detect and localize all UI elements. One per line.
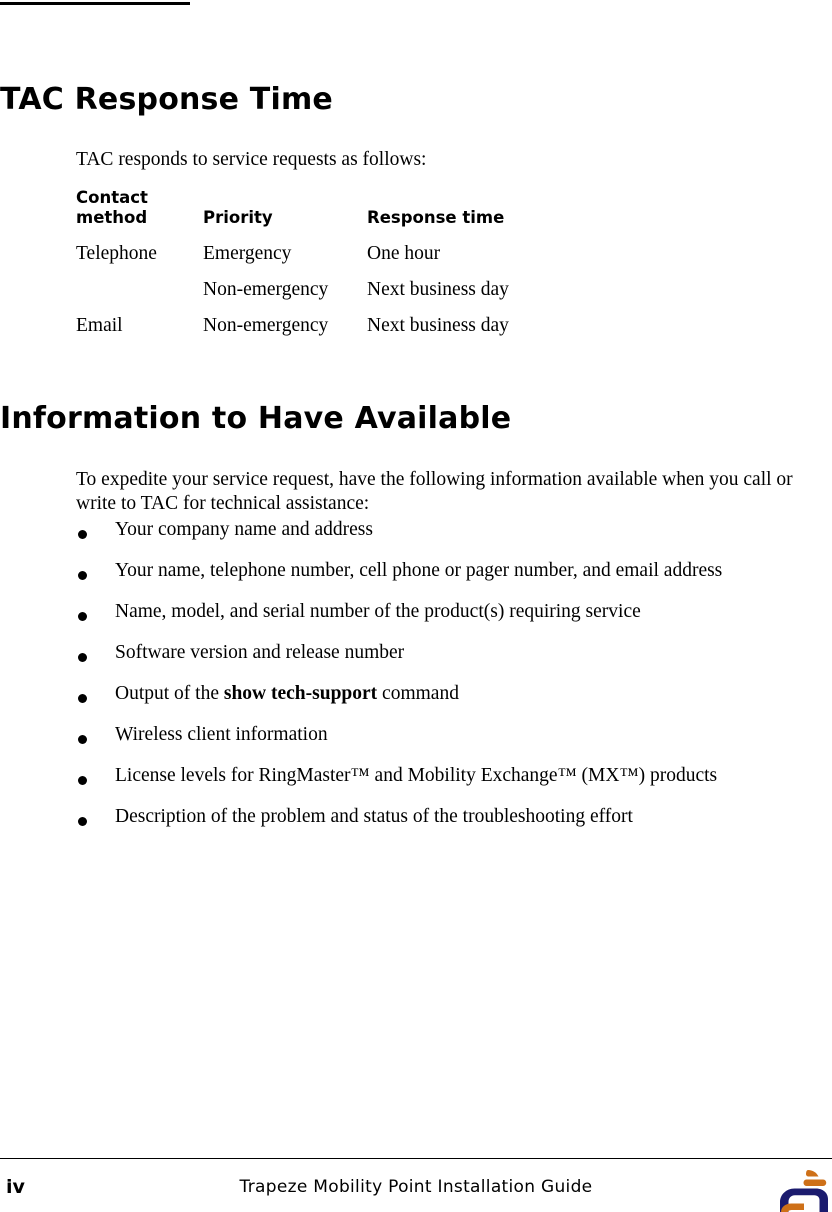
command-name: show tech-support [223, 683, 378, 704]
cell-response-time: One hour [367, 243, 441, 264]
trapeze-logo-icon [778, 1166, 830, 1212]
header-rule [0, 2, 190, 5]
list-item: License levels for RingMaster™ and Mobil… [0, 764, 832, 805]
information-bullet-list: Your company name and address Your name,… [0, 518, 832, 846]
bullet-icon [78, 653, 87, 662]
list-item-suffix: command [377, 683, 459, 704]
list-item-label: Description of the problem and status of… [115, 806, 633, 827]
table-row: Telephone Emergency One hour [76, 236, 607, 272]
list-item-prefix: Output of the [115, 683, 224, 704]
list-item: Name, model, and serial number of the pr… [0, 600, 832, 641]
list-item: Software version and release number [0, 641, 832, 682]
bullet-icon [78, 735, 87, 744]
column-header-priority: Priority [203, 208, 273, 227]
list-item-label: License levels for RingMaster™ and Mobil… [115, 765, 718, 786]
list-item: Wireless client information [0, 723, 832, 764]
list-item-label: Your company name and address [115, 519, 373, 540]
cell-contact-method: Telephone [76, 243, 157, 264]
cell-response-time: Next business day [367, 315, 509, 336]
cell-response-time: Next business day [367, 279, 509, 300]
cell-contact-method [76, 272, 203, 308]
list-item-label: Software version and release number [115, 642, 405, 663]
list-item: Your name, telephone number, cell phone … [0, 559, 832, 600]
list-item-label: Your name, telephone number, cell phone … [115, 560, 723, 581]
table-header-row: Contact method Priority Response time [76, 188, 607, 236]
cell-priority: Non-emergency [203, 279, 329, 300]
list-item-label-command: Output of the show tech-support command [115, 682, 459, 706]
list-item-label: Name, model, and serial number of the pr… [115, 601, 641, 622]
tac-response-time-table: Contact method Priority Response time Te… [76, 188, 607, 344]
cell-contact-method: Email [76, 315, 123, 336]
footer-document-title: Trapeze Mobility Point Installation Guid… [239, 1177, 593, 1197]
bullet-icon [78, 530, 87, 539]
expedite-paragraph: To expedite your service request, have t… [76, 468, 793, 514]
bullet-icon [78, 776, 87, 785]
section-title-information-to-have-available: Information to Have Available [0, 401, 512, 437]
bullet-icon [78, 612, 87, 621]
cell-priority: Non-emergency [203, 315, 329, 336]
column-header-contact-method: Contact method [76, 188, 148, 227]
bullet-icon [78, 694, 87, 703]
cell-priority: Emergency [203, 243, 292, 264]
page-title-tac-response-time: TAC Response Time [0, 82, 333, 118]
bullet-icon [78, 571, 87, 580]
intro-paragraph: TAC responds to service requests as foll… [76, 148, 427, 170]
document-page: TAC Response Time TAC responds to servic… [0, 0, 832, 1212]
column-header-response-time: Response time [367, 208, 505, 227]
list-item-label: Wireless client information [115, 724, 328, 745]
table-row: Email Non-emergency Next business day [76, 308, 607, 344]
table-row: Non-emergency Next business day [76, 272, 607, 308]
list-item: Description of the problem and status of… [0, 805, 832, 846]
list-item: Output of the show tech-support command [0, 682, 832, 723]
list-item: Your company name and address [0, 518, 832, 559]
footer-rule [0, 1158, 832, 1159]
bullet-icon [78, 817, 87, 826]
